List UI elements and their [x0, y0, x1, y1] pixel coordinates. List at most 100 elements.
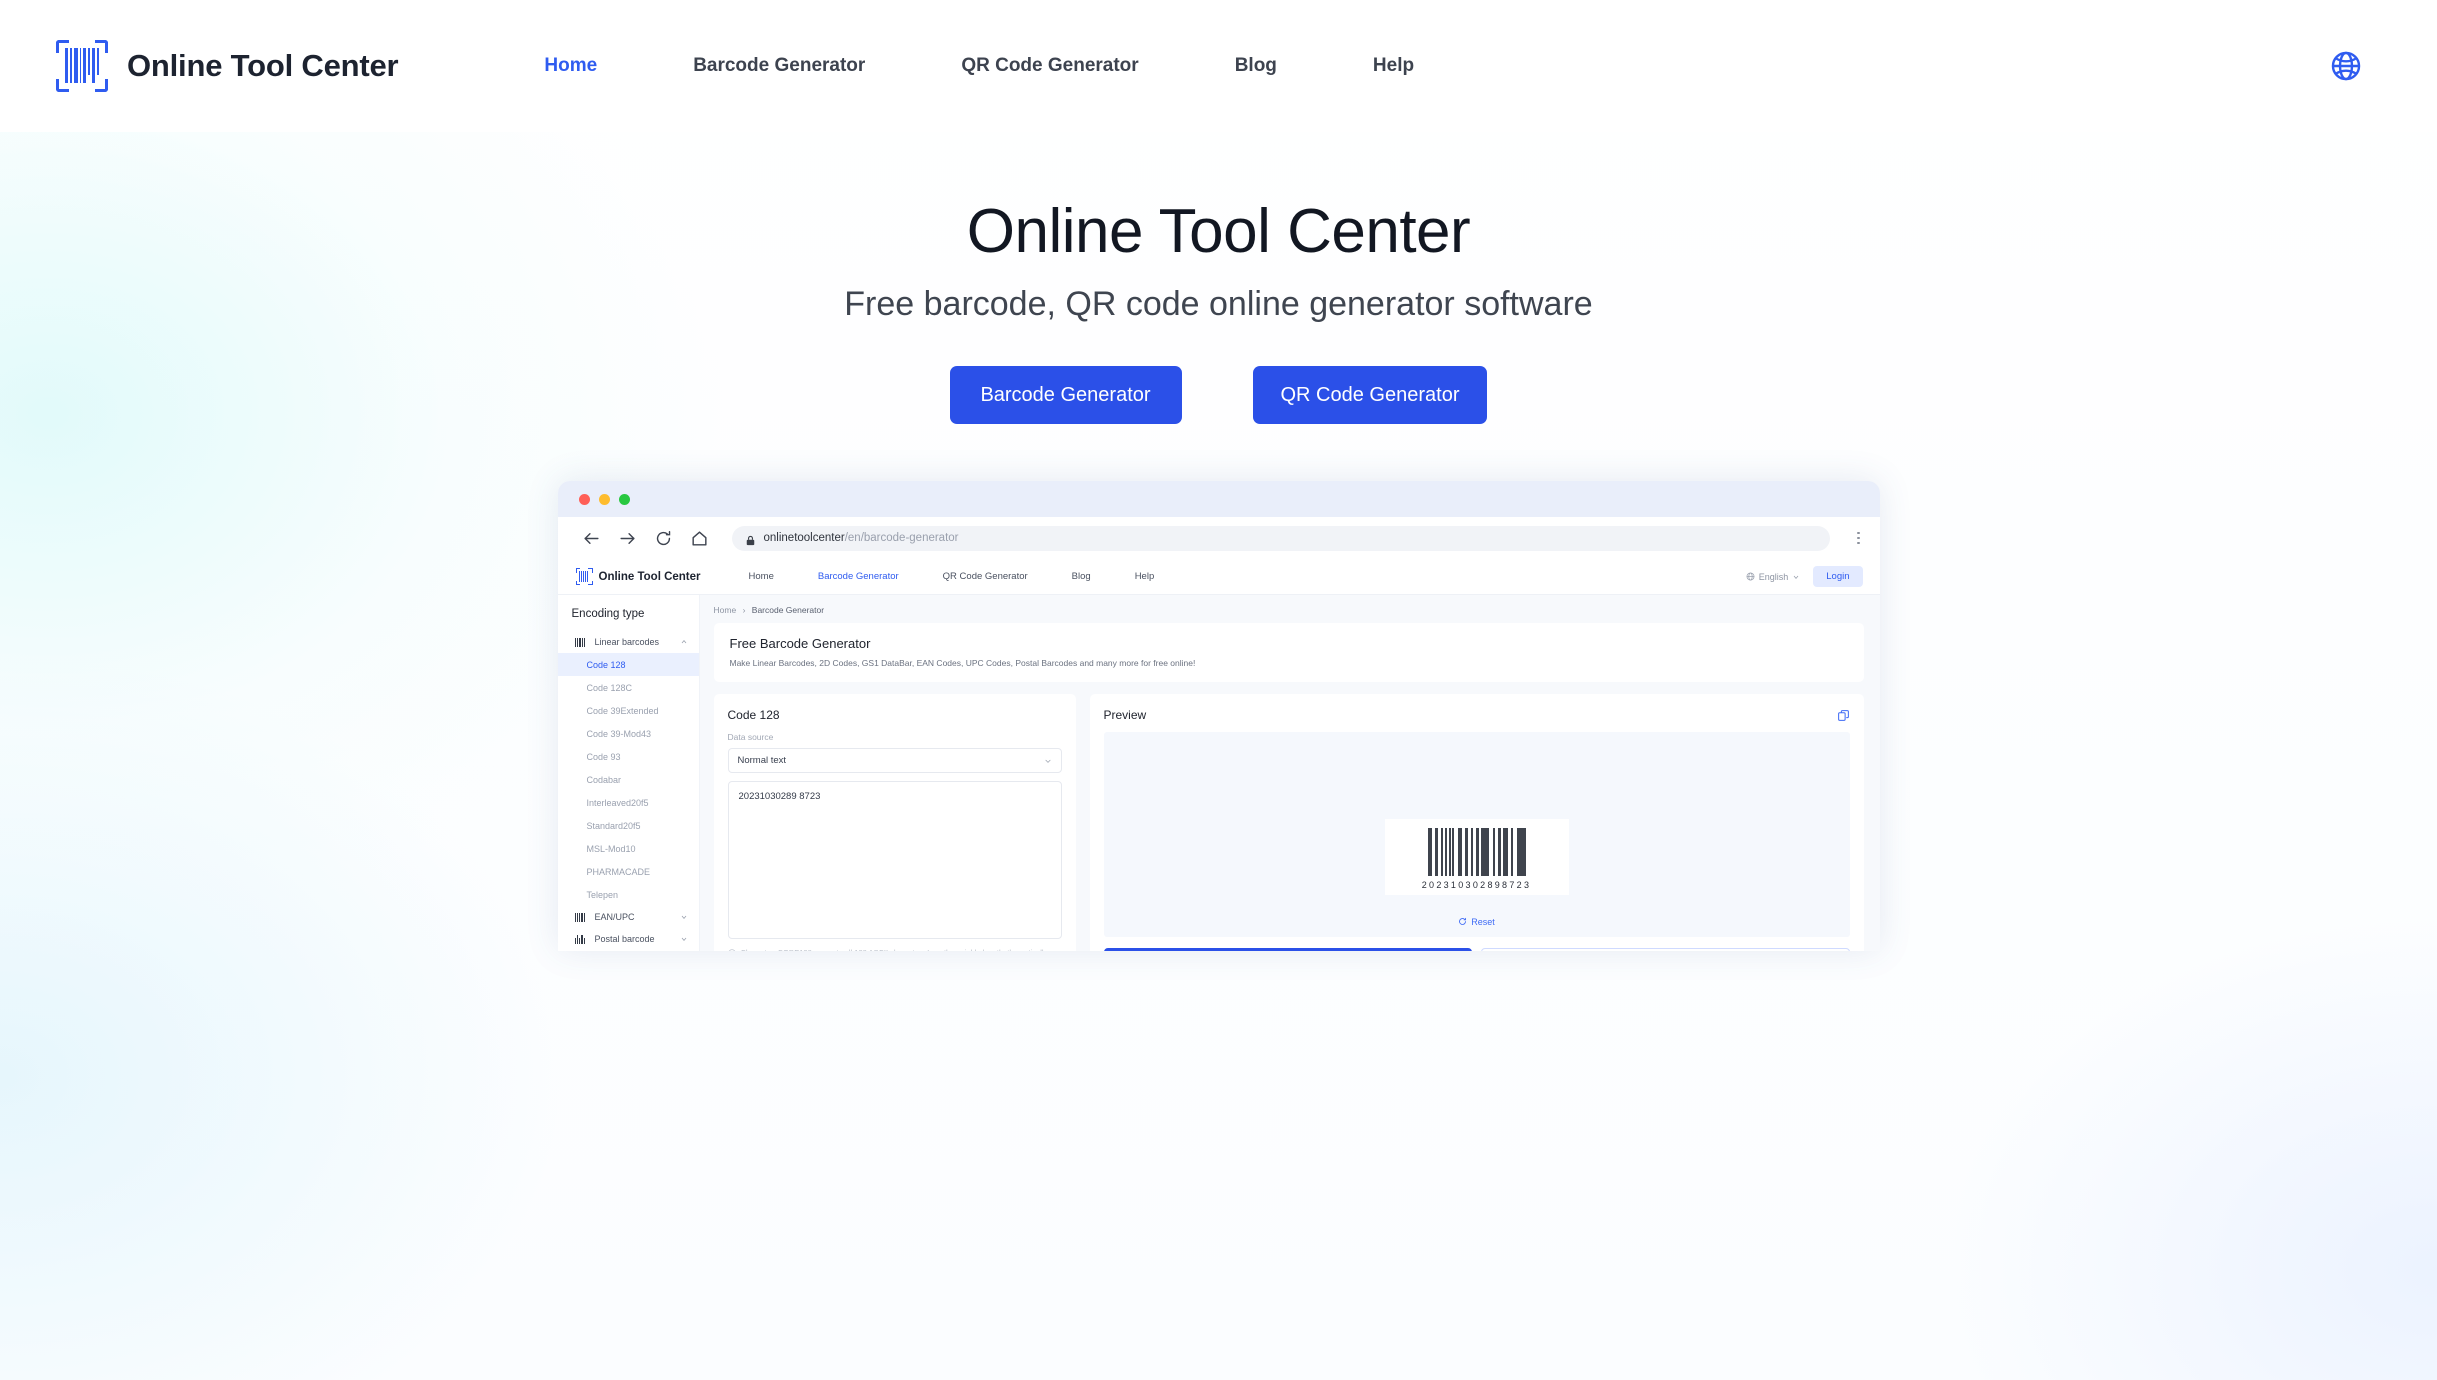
chevron-down-icon — [1793, 575, 1799, 579]
site-brand-name: Online Tool Center — [127, 48, 399, 83]
copy-icon[interactable] — [1837, 709, 1850, 722]
main-navigation: Home Barcode Generator QR Code Generator… — [496, 55, 1462, 77]
sidebar-group-linear-barcodes[interactable]: Linear barcodes — [558, 631, 699, 653]
barcode-digits: 202310302898723 — [1421, 879, 1532, 890]
site-header: Online Tool Center Home Barcode Generato… — [0, 0, 2437, 132]
form-title: Code 128 — [727, 708, 780, 723]
barcode-icon — [574, 637, 587, 647]
address-bar[interactable]: onlinetoolcenter/en/barcode-generator — [731, 525, 1830, 551]
app-page-title: Free Barcode Generator — [729, 636, 871, 652]
app-body: Encoding type Linear barcodes Code 128 C… — [557, 595, 1880, 952]
preview-actions: Settings Download — [1103, 947, 1850, 952]
sidebar-item-code-39-mod43[interactable]: Code 39-Mod43 — [558, 722, 699, 745]
encoding-type-sidebar: Encoding type Linear barcodes Code 128 C… — [557, 595, 700, 952]
sidebar-group-label: Linear barcodes — [594, 637, 660, 648]
reset-button[interactable]: Reset — [1458, 917, 1495, 927]
app-nav-item-qrcode[interactable]: QR Code Generator — [921, 571, 1050, 582]
sidebar-item-code-128c[interactable]: Code 128C — [558, 676, 699, 699]
embedded-app: Online Tool Center Home Barcode Generato… — [557, 559, 1880, 952]
sidebar-group-isbn-code[interactable]: ISBN code — [558, 950, 699, 951]
page-subtitle: Free barcode, QR code online generator s… — [844, 285, 1593, 324]
sidebar-item-code-39extended[interactable]: Code 39Extended — [558, 699, 699, 722]
app-brand-name: Online Tool Center — [598, 570, 701, 583]
sidebar-item-interleaved20f5[interactable]: Interleaved20f5 — [558, 791, 699, 814]
barcode-generator-button[interactable]: Barcode Generator — [949, 366, 1182, 425]
qr-code-generator-button[interactable]: QR Code Generator — [1252, 366, 1488, 425]
reset-label: Reset — [1471, 916, 1495, 927]
app-header: Online Tool Center Home Barcode Generato… — [557, 559, 1880, 596]
sidebar-item-telepen[interactable]: Telepen — [558, 883, 699, 906]
barcode-data-input[interactable]: 20231030289 8723 — [727, 781, 1062, 940]
language-selector[interactable]: English — [1746, 572, 1801, 582]
app-nav-item-barcode[interactable]: Barcode Generator — [796, 571, 921, 582]
generator-cards: Code 128 Data source Normal text 2023103… — [713, 694, 1864, 952]
encoding-form-card: Code 128 Data source Normal text 2023103… — [713, 694, 1076, 952]
settings-button[interactable]: Settings — [1103, 947, 1472, 952]
app-logo[interactable]: Online Tool Center — [575, 568, 701, 586]
app-page-description: Make Linear Barcodes, 2D Codes, GS1 Data… — [729, 658, 1196, 669]
app-nav-item-home[interactable]: Home — [727, 571, 796, 582]
back-icon[interactable] — [582, 529, 601, 548]
window-close-dot[interactable] — [578, 493, 590, 505]
preview-card: Preview 202310302898723 Reset — [1089, 694, 1864, 952]
browser-mockup: onlinetoolcenter/en/barcode-generator On… — [557, 481, 1880, 952]
info-icon — [728, 949, 735, 952]
reload-icon[interactable] — [654, 529, 673, 548]
preview-header: Preview — [1104, 708, 1850, 722]
postal-barcode-icon — [574, 934, 587, 944]
url-domain: onlinetoolcenter — [763, 532, 845, 545]
chevron-down-icon — [1044, 759, 1051, 763]
preview-title: Preview — [1103, 708, 1147, 723]
address-bar-text: onlinetoolcenter/en/barcode-generator — [764, 532, 959, 544]
data-source-label: Data source — [727, 732, 774, 743]
sidebar-item-standard20f5[interactable]: Standard20f5 — [558, 814, 699, 837]
globe-icon[interactable] — [2329, 49, 2363, 83]
download-button[interactable]: Download — [1481, 947, 1850, 952]
page-intro-panel: Free Barcode Generator Make Linear Barco… — [713, 623, 1864, 683]
sidebar-group-label: Postal barcode — [594, 934, 655, 945]
home-icon[interactable] — [690, 529, 709, 548]
reset-icon — [1459, 918, 1467, 926]
sidebar-group-postal-barcode[interactable]: Postal barcode — [558, 928, 699, 950]
app-nav-item-blog[interactable]: Blog — [1050, 571, 1113, 582]
site-logo[interactable]: Online Tool Center — [56, 40, 399, 92]
nav-item-qrcode[interactable]: QR Code Generator — [913, 55, 1186, 77]
app-navigation: Home Barcode Generator QR Code Generator… — [727, 571, 1177, 582]
breadcrumb-separator: › — [742, 605, 746, 616]
sidebar-item-code-93[interactable]: Code 93 — [558, 745, 699, 768]
window-minimize-dot[interactable] — [598, 493, 610, 505]
page-title: Online Tool Center — [966, 197, 1471, 266]
nav-item-blog[interactable]: Blog — [1187, 55, 1325, 77]
nav-item-barcode[interactable]: Barcode Generator — [645, 55, 913, 77]
breadcrumb-current: Barcode Generator — [751, 605, 825, 616]
sidebar-item-pharmacade[interactable]: PHARMACADE — [558, 860, 699, 883]
language-globe-icon — [1746, 572, 1755, 581]
data-source-value: Normal text — [737, 755, 787, 767]
nav-item-home[interactable]: Home — [496, 55, 645, 77]
sidebar-group-ean-upc[interactable]: EAN/UPC — [558, 906, 699, 928]
breadcrumb: Home › Barcode Generator — [714, 605, 1864, 615]
breadcrumb-root[interactable]: Home — [714, 605, 737, 615]
chevron-down-icon — [681, 937, 686, 942]
sidebar-title: Encoding type — [571, 608, 645, 621]
data-source-select[interactable]: Normal text — [727, 748, 1062, 774]
barcode-icon — [574, 912, 587, 922]
form-hint-text: Character: CODE128 supports all 128 ASCI… — [741, 948, 1062, 951]
form-hint: Character: CODE128 supports all 128 ASCI… — [728, 948, 1062, 952]
app-nav-item-help[interactable]: Help — [1113, 571, 1177, 582]
hero-cta-row: Barcode Generator QR Code Generator — [0, 366, 2437, 425]
kebab-menu-icon[interactable] — [1853, 531, 1860, 545]
app-content: Home › Barcode Generator Free Barcode Ge… — [700, 595, 1880, 952]
sidebar-item-codabar[interactable]: Codabar — [558, 768, 699, 791]
chevron-up-icon — [681, 640, 686, 644]
sidebar-item-code-128[interactable]: Code 128 — [557, 653, 699, 677]
window-maximize-dot[interactable] — [618, 493, 630, 505]
barcode-plate: 202310302898723 — [1384, 818, 1569, 895]
forward-icon[interactable] — [618, 529, 637, 548]
nav-item-help[interactable]: Help — [1325, 55, 1462, 77]
login-button[interactable]: Login — [1813, 566, 1863, 588]
url-path: /en/barcode-generator — [844, 532, 959, 545]
sidebar-item-msl-mod10[interactable]: MSL-Mod10 — [558, 837, 699, 860]
chevron-down-icon — [681, 915, 686, 920]
language-label: English — [1758, 571, 1789, 582]
